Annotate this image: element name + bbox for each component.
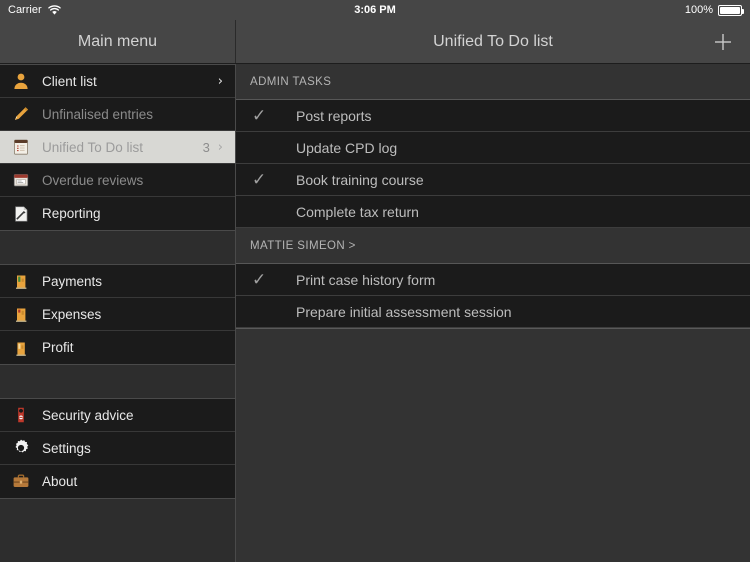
sidebar-item-payments[interactable]: Payments	[0, 265, 235, 298]
wifi-icon	[47, 4, 61, 16]
status-bar-left: Carrier	[8, 4, 61, 16]
sidebar-group-financials: Payments Expenses Profit	[0, 264, 235, 365]
report-document-icon	[10, 203, 32, 225]
task-label: Post reports	[296, 107, 372, 124]
table-row[interactable]: Prepare initial assessment session	[236, 296, 750, 328]
sidebar-item-badge: 3	[202, 139, 210, 155]
task-label: Book training course	[296, 171, 424, 188]
task-checkmark[interactable]: ✓	[246, 171, 296, 188]
plus-icon[interactable]	[710, 29, 736, 55]
chevron-right-icon: ›	[217, 73, 223, 89]
nav-right-section: Unified To Do list	[236, 20, 750, 63]
task-list-panel: ADMIN TASKS ✓ Post reports Update CPD lo…	[236, 64, 750, 562]
sidebar-item-label: Overdue reviews	[42, 172, 144, 188]
battery-icon	[718, 4, 744, 16]
table-row[interactable]: Complete tax return	[236, 196, 750, 228]
sidebar-item-unfinalised-entries[interactable]: Unfinalised entries	[0, 98, 235, 131]
section-header-admin-tasks: ADMIN TASKS	[236, 64, 750, 100]
task-list-empty-area	[236, 328, 750, 562]
sidebar-empty-area	[0, 499, 235, 562]
sidebar-item-expenses[interactable]: Expenses	[0, 298, 235, 331]
nav-left-title: Main menu	[0, 20, 236, 63]
check-icon: ✓	[252, 106, 267, 125]
carrier-label: Carrier	[8, 4, 42, 16]
door-hanger-icon	[10, 404, 32, 426]
briefcase-icon	[10, 471, 32, 493]
check-icon: ✓	[252, 270, 267, 289]
table-row[interactable]: Update CPD log	[236, 132, 750, 164]
sidebar-item-label: Security advice	[42, 407, 134, 423]
app-body: Client list › Unfinalised entries Unifie…	[0, 64, 750, 562]
person-icon	[10, 70, 32, 92]
bar-chart-green-icon	[10, 270, 32, 292]
task-checkmark[interactable]: ✓	[246, 271, 296, 288]
task-label: Update CPD log	[296, 139, 398, 156]
sidebar-item-label: Reporting	[42, 206, 101, 221]
section-header-mattie-simeon[interactable]: MATTIE SIMEON >	[236, 228, 750, 264]
sidebar-item-label: About	[42, 474, 78, 489]
notepad-icon	[10, 136, 32, 158]
sidebar-item-unified-to-do-list[interactable]: Unified To Do list 3 ›	[0, 131, 235, 164]
chevron-right-icon: ›	[217, 139, 223, 155]
task-label: Prepare initial assessment session	[296, 303, 512, 320]
sidebar-spacer	[0, 231, 235, 264]
sidebar-item-profit[interactable]: Profit	[0, 331, 235, 364]
table-row[interactable]: ✓ Post reports	[236, 100, 750, 132]
sidebar-item-label: Payments	[42, 273, 103, 289]
status-bar-time: 3:06 PM	[354, 4, 396, 16]
sidebar-item-client-list[interactable]: Client list ›	[0, 65, 235, 98]
task-label: Complete tax return	[296, 203, 419, 220]
sidebar-item-about[interactable]: About	[0, 465, 235, 498]
sidebar-item-reporting[interactable]: Reporting	[0, 197, 235, 230]
sidebar-item-security-advice[interactable]: Security advice	[0, 399, 235, 432]
pencil-icon	[10, 103, 32, 125]
sidebar-item-label: Expenses	[42, 306, 102, 322]
nav-right-title: Unified To Do list	[433, 32, 553, 50]
sidebar-group-primary: Client list › Unfinalised entries Unifie…	[0, 64, 235, 231]
sidebar-item-settings[interactable]: Settings	[0, 432, 235, 465]
app-window: Carrier 3:06 PM 100% Main menu Unified T…	[0, 0, 750, 562]
battery-percent-label: 100%	[684, 4, 713, 16]
table-row[interactable]: ✓ Print case history form	[236, 264, 750, 296]
bar-chart-gold-icon	[10, 337, 32, 359]
table-row[interactable]: ✓ Book training course	[236, 164, 750, 196]
sidebar-item-overdue-reviews[interactable]: Overdue reviews	[0, 164, 235, 197]
sidebar-item-label: Settings	[42, 440, 91, 456]
gear-icon	[10, 437, 32, 459]
sidebar-spacer	[0, 365, 235, 398]
calendar-icon	[10, 169, 32, 191]
sidebar-item-label: Unified To Do list	[42, 139, 144, 155]
check-icon: ✓	[252, 170, 267, 189]
task-checkmark[interactable]: ✓	[246, 107, 296, 124]
status-bar: Carrier 3:06 PM 100%	[0, 0, 750, 20]
sidebar-group-utility: Security advice Settings About	[0, 398, 235, 499]
task-label: Print case history form	[296, 271, 436, 288]
sidebar-item-label: Client list	[42, 73, 97, 89]
status-bar-right: 100%	[684, 4, 744, 16]
sidebar: Client list › Unfinalised entries Unifie…	[0, 64, 236, 562]
navigation-bar: Main menu Unified To Do list	[0, 20, 750, 64]
bar-chart-red-icon	[10, 303, 32, 325]
sidebar-item-label: Profit	[42, 340, 74, 355]
sidebar-item-label: Unfinalised entries	[42, 106, 154, 122]
